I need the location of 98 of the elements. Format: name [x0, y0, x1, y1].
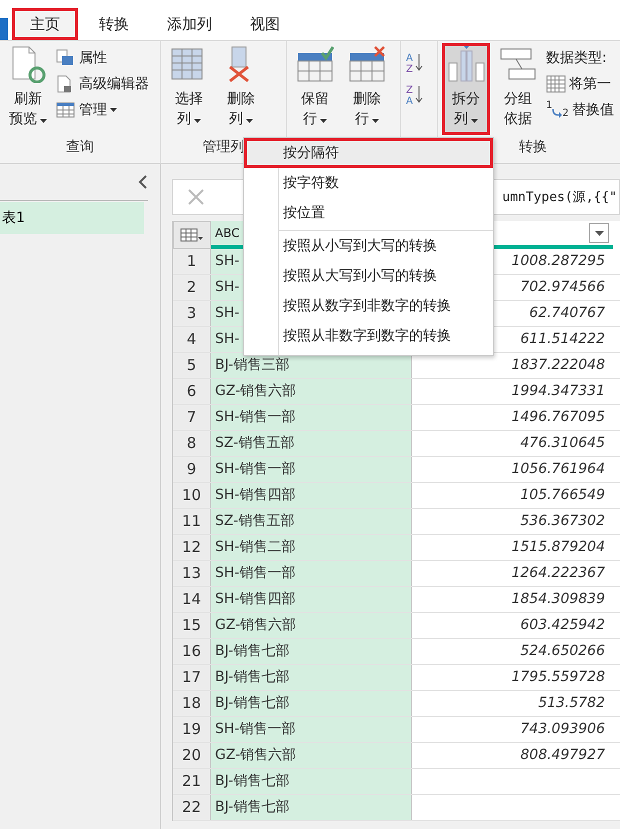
- ribbon-tab[interactable]: 添加列: [150, 8, 229, 40]
- table-cell: 1496.767095: [511, 409, 605, 425]
- table-cell: 536.367302: [520, 513, 605, 529]
- row-number: 6: [173, 379, 211, 404]
- delete-rows-icon: [348, 45, 386, 83]
- table-cell: BJ-销售七部: [211, 769, 412, 794]
- row-number: 20: [173, 743, 211, 768]
- menu-item[interactable]: 按分隔符: [244, 138, 493, 168]
- ribbon-button[interactable]: 数据类型:: [546, 47, 614, 69]
- filter-button[interactable]: [589, 223, 609, 243]
- ribbon-button[interactable]: 选择 列: [165, 43, 213, 135]
- table-cell: 513.5782: [538, 695, 605, 711]
- type-label: ABC: [215, 226, 240, 240]
- row-number: 7: [173, 405, 211, 430]
- row-number: 21: [173, 769, 211, 794]
- table-cell: 603.425942: [520, 617, 605, 633]
- table-cell: 524.650266: [520, 643, 605, 659]
- table-cell: 1008.287295: [511, 253, 605, 269]
- row-number: 15: [173, 613, 211, 638]
- row-number: 5: [173, 353, 211, 378]
- formula-text: umnTypes(源,{{": [502, 189, 618, 206]
- table-cell: BJ-销售三部: [211, 353, 412, 378]
- row-number: 14: [173, 587, 211, 612]
- table-cell: SZ-销售五部: [211, 509, 412, 534]
- table-cell: GZ-销售六部: [211, 379, 412, 404]
- row-number: 19: [173, 717, 211, 742]
- table-cell: BJ-销售七部: [211, 691, 412, 716]
- table-cell: GZ-销售六部: [211, 743, 412, 768]
- table-cell: 1994.347331: [511, 383, 605, 399]
- menu-item[interactable]: 按位置: [244, 198, 493, 228]
- ribbon-tab[interactable]: 主页: [12, 8, 78, 40]
- table-cell: 105.766549: [520, 487, 605, 503]
- table-cell: 808.497927: [520, 747, 605, 763]
- table-cell: 743.093906: [520, 721, 605, 737]
- ribbon-tab[interactable]: 转换: [82, 8, 146, 40]
- table-cell: SH-销售四部: [211, 483, 412, 508]
- row-number: 4: [173, 327, 211, 352]
- table-cell: 62.740767: [529, 305, 605, 321]
- collapse-icon[interactable]: [138, 175, 148, 189]
- row-number: 12: [173, 535, 211, 560]
- table-cell: 1264.222367: [511, 565, 605, 581]
- table-cell: 1795.559728: [511, 669, 605, 685]
- group-label: 查询: [65, 138, 95, 157]
- table-cell: SH-销售一部: [211, 561, 412, 586]
- grid-icon: [546, 75, 566, 93]
- ribbon-button[interactable]: 删除 行: [343, 43, 391, 135]
- ribbon-button[interactable]: 将第一: [546, 73, 614, 95]
- row-number: 9: [173, 457, 211, 482]
- ribbon-button[interactable]: 属性: [56, 47, 149, 69]
- sort-descending-button[interactable]: Z A: [405, 83, 425, 105]
- table-cell: 702.974566: [520, 279, 605, 295]
- row-number: 1: [173, 249, 211, 274]
- table-cell: SH-销售一部: [211, 405, 412, 430]
- table-cell: BJ-销售七部: [211, 795, 412, 820]
- row-number: 22: [173, 795, 211, 820]
- menu-item[interactable]: 按字符数: [244, 168, 493, 198]
- table-cell: 1056.761964: [511, 461, 605, 477]
- ribbon-button[interactable]: 保留 行: [291, 43, 339, 135]
- ribbon-button[interactable]: 分组 依据: [494, 43, 542, 135]
- row-number: 17: [173, 665, 211, 690]
- group-label: 转换: [518, 138, 548, 157]
- row-number: 18: [173, 691, 211, 716]
- ribbon-button[interactable]: 管理: [56, 99, 149, 121]
- row-number: 8: [173, 431, 211, 456]
- table-cell: BJ-销售七部: [211, 665, 412, 690]
- row-number: 13: [173, 561, 211, 586]
- ribbon-button[interactable]: 高级编辑器: [56, 73, 149, 95]
- table-menu-button[interactable]: [173, 221, 211, 249]
- properties-icon: [56, 49, 76, 67]
- ribbon-button[interactable]: 1 2 替换值: [546, 99, 614, 121]
- row-number: 3: [173, 301, 211, 326]
- table-cell: 1837.222048: [511, 357, 605, 373]
- split-column-icon: [447, 45, 485, 83]
- row-number: 2: [173, 275, 211, 300]
- table-cell: 476.310645: [520, 435, 605, 451]
- table-cell: SH-销售一部: [211, 717, 412, 742]
- table-icon: [180, 227, 204, 243]
- sort-ascending-button[interactable]: A Z: [405, 51, 425, 73]
- table-icon: [56, 101, 76, 119]
- table-cell: SH-销售二部: [211, 535, 412, 560]
- caret-icon: [594, 230, 604, 236]
- table-cell: SH-销售一部: [211, 457, 412, 482]
- table-cell: BJ-销售七部: [211, 639, 412, 664]
- row-number: 16: [173, 639, 211, 664]
- table-cell: GZ-销售六部: [211, 613, 412, 638]
- table-cell: SH-销售四部: [211, 587, 412, 612]
- ribbon-button[interactable]: 刷新 预览: [4, 43, 52, 135]
- ribbon-button[interactable]: 删除 列: [217, 43, 265, 135]
- ribbon-tab[interactable]: 视图: [233, 8, 297, 40]
- row-number: 10: [173, 483, 211, 508]
- table-cell: SZ-销售五部: [211, 431, 412, 456]
- ribbon-button[interactable]: 拆分 列: [442, 43, 490, 135]
- query-item[interactable]: 表1: [0, 202, 144, 234]
- keep-rows-icon: [296, 45, 334, 83]
- table-cell: 1515.879204: [511, 539, 605, 555]
- table-cell: 611.514222: [520, 331, 605, 347]
- row-number: 11: [173, 509, 211, 534]
- table-cell: 1854.309839: [511, 591, 605, 607]
